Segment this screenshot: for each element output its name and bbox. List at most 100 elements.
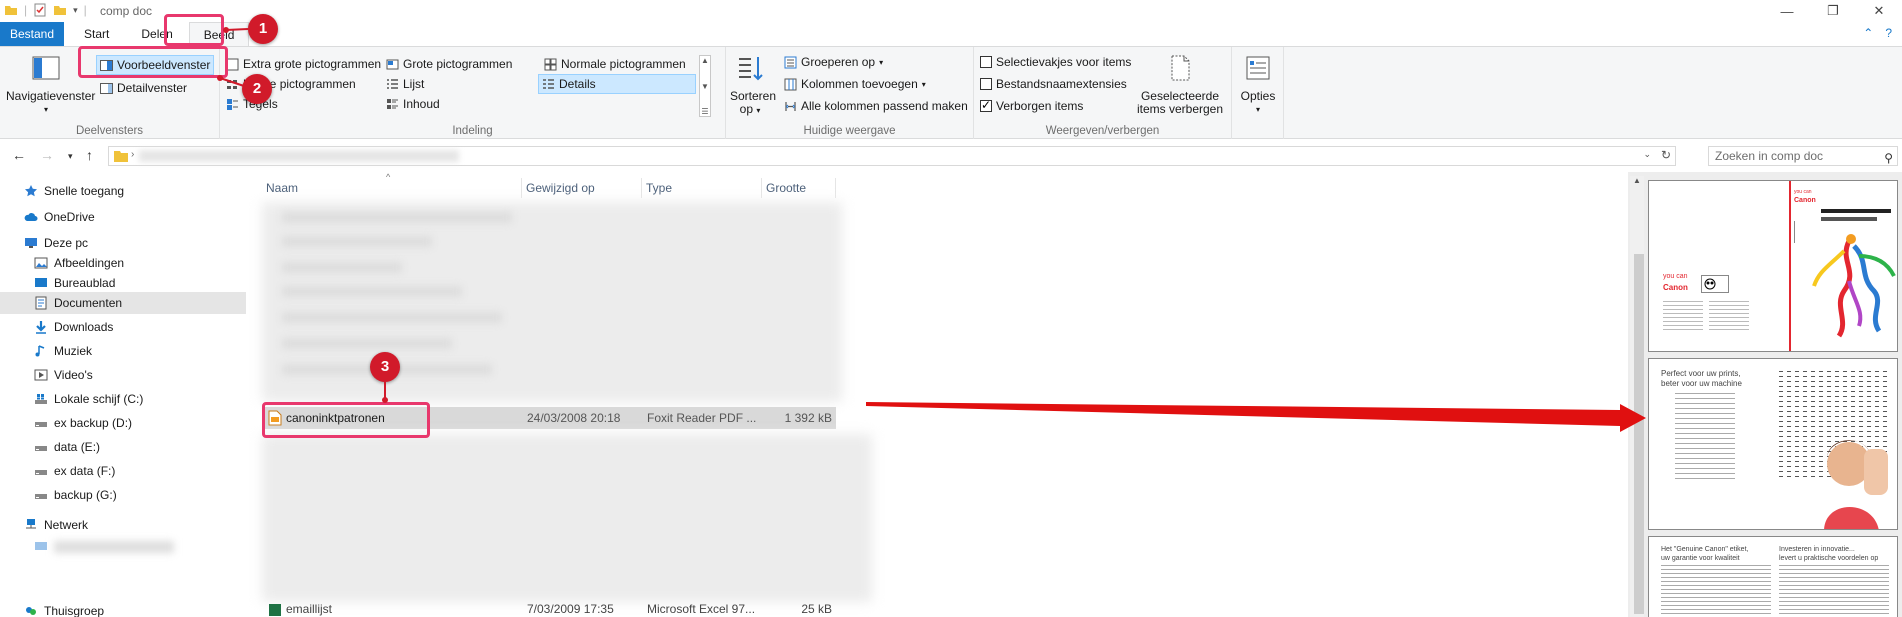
column-header-type[interactable]: Type xyxy=(642,178,762,198)
gallery-up-icon[interactable]: ▲ xyxy=(701,56,709,65)
breadcrumb-chevron-icon[interactable]: › xyxy=(131,149,134,160)
tab-bestand[interactable]: Bestand xyxy=(0,22,65,46)
nav-label: Afbeeldingen xyxy=(54,256,125,270)
options-button[interactable]: Opties ▾ xyxy=(1234,53,1282,116)
group-options: Opties ▾ xyxy=(1232,47,1284,139)
view-extra-large-icons[interactable]: Extra grote pictogrammen xyxy=(226,55,381,73)
nav-pictures[interactable]: Afbeeldingen xyxy=(34,252,124,274)
page1-tagline: you can xyxy=(1663,273,1688,280)
back-icon[interactable]: ← xyxy=(12,147,26,163)
hidden-items-checkbox[interactable] xyxy=(980,98,992,112)
nav-label: Downloads xyxy=(54,320,114,334)
nav-music[interactable]: Muziek xyxy=(34,340,92,362)
star-icon xyxy=(25,185,37,197)
nav-drive-g[interactable]: backup (G:) xyxy=(34,484,117,506)
view-large-icons[interactable]: Grote pictogrammen xyxy=(386,55,512,73)
nav-onedrive[interactable]: OneDrive xyxy=(24,206,95,228)
nav-videos[interactable]: Video's xyxy=(34,364,93,386)
recent-locations-chevron-icon[interactable]: ▾ xyxy=(68,151,73,162)
panda-icon xyxy=(1704,278,1716,290)
nav-desktop[interactable]: Bureaublad xyxy=(34,272,115,294)
item-checkboxes-toggle[interactable]: Selectievakjes voor items xyxy=(980,53,1131,71)
size-all-columns-button[interactable]: Alle kolommen passend maken xyxy=(784,97,968,115)
options-label: Opties xyxy=(1240,89,1276,103)
page3-left-heading: Het "Genuine Canon" etiket, uw garantie … xyxy=(1661,545,1748,563)
layout-gallery-scroller[interactable]: ▲ ▼ ☰ xyxy=(699,55,711,117)
up-icon[interactable]: ↑ xyxy=(86,147,93,163)
address-dropdown-icon[interactable]: ⌄ xyxy=(1643,149,1651,160)
gallery-more-icon[interactable]: ☰ xyxy=(701,107,708,116)
nav-drive-d[interactable]: ex backup (D:) xyxy=(34,412,132,434)
file-name: emaillijst xyxy=(286,602,333,616)
forward-icon[interactable]: → xyxy=(40,147,54,163)
nav-this-pc[interactable]: Deze pc xyxy=(24,232,88,254)
new-folder-icon[interactable] xyxy=(53,3,67,17)
details-pane-button[interactable]: Detailvenster xyxy=(100,79,187,97)
hide-selected-items-button[interactable]: Geselecteerde items verbergen xyxy=(1132,53,1228,116)
group-show-hide: Selectievakjes voor items Bestandsnaamex… xyxy=(974,47,1232,139)
view-large-icons-label: Grote pictogrammen xyxy=(403,57,513,71)
item-checkboxes-checkbox[interactable] xyxy=(980,56,992,68)
nav-drive-f[interactable]: ex data (F:) xyxy=(34,460,115,482)
file-extensions-label: Bestandsnaamextensies xyxy=(996,77,1127,91)
add-columns-button[interactable]: Kolommen toevoegen ▾ xyxy=(784,75,926,93)
tab-start[interactable]: Start xyxy=(64,22,125,46)
search-input[interactable]: Zoeken in comp doc ⚲ xyxy=(1708,146,1898,166)
nav-quick-access[interactable]: Snelle toegang xyxy=(24,180,124,202)
view-content-label: Inhoud xyxy=(403,97,440,111)
drive-icon xyxy=(35,470,47,475)
nav-network[interactable]: Netwerk xyxy=(24,514,88,536)
nav-label: Muziek xyxy=(54,344,93,358)
preview-scrollbar[interactable]: ▲ xyxy=(1630,176,1644,617)
separator: | xyxy=(83,3,87,17)
nav-label: ex backup (D:) xyxy=(54,416,133,430)
maximize-button[interactable]: ❐ xyxy=(1810,0,1856,22)
quick-access-toolbar: | ▾ | xyxy=(4,3,87,17)
redacted-text xyxy=(54,541,174,553)
view-details[interactable]: Details xyxy=(538,74,696,94)
nav-homegroup[interactable]: Thuisgroep xyxy=(24,600,104,617)
sort-by-button[interactable]: Sorteren op ▾ xyxy=(730,53,776,117)
chevron-down-icon: ▾ xyxy=(43,105,48,114)
scroll-up-icon[interactable]: ▲ xyxy=(1633,176,1641,185)
column-header-size[interactable]: Grootte xyxy=(762,178,836,198)
group-by-label: Groeperen op xyxy=(801,55,876,69)
refresh-icon[interactable]: ↻ xyxy=(1661,148,1671,162)
gallery-down-icon[interactable]: ▼ xyxy=(701,82,709,91)
help-icon[interactable]: ? xyxy=(1885,26,1892,40)
column-header-modified[interactable]: Gewijzigd op xyxy=(522,178,642,198)
file-extensions-toggle[interactable]: Bestandsnaamextensies xyxy=(980,75,1127,93)
nav-drive-e[interactable]: data (E:) xyxy=(34,436,100,458)
hidden-items-toggle[interactable]: Verborgen items xyxy=(980,97,1083,115)
nav-documents[interactable]: Documenten xyxy=(0,292,246,314)
properties-icon[interactable] xyxy=(33,3,47,17)
address-bar[interactable]: › ⌄ ↻ xyxy=(108,146,1676,166)
group-by-button[interactable]: Groeperen op ▾ xyxy=(784,53,883,71)
view-content[interactable]: Inhoud xyxy=(386,95,440,113)
computer-icon xyxy=(35,542,47,550)
nav-network-computer-redacted[interactable] xyxy=(34,536,174,558)
documents-icon xyxy=(35,296,47,310)
redacted-row xyxy=(282,236,432,247)
page3-left-heading-line2: uw garantie voor kwaliteit xyxy=(1661,555,1740,562)
view-normal-icons[interactable]: Normale pictogrammen xyxy=(544,55,686,73)
close-button[interactable]: ✕ xyxy=(1856,0,1902,22)
file-list: ^ Naam Gewijzigd op Type Grootte canonin… xyxy=(262,172,1362,617)
file-extensions-checkbox[interactable] xyxy=(980,78,992,90)
view-list[interactable]: Lijst xyxy=(386,75,424,93)
table-row[interactable]: emaillijst 7/03/2009 17:35 Microsoft Exc… xyxy=(262,602,836,617)
navigation-pane-button[interactable]: Navigatievenster ▾ xyxy=(6,53,95,116)
search-icon[interactable]: ⚲ xyxy=(1884,149,1893,167)
item-checkboxes-label: Selectievakjes voor items xyxy=(996,55,1132,69)
collapse-ribbon-icon[interactable]: ⌃ xyxy=(1863,26,1873,40)
ribbon-tabs: Bestand Start Delen Beeld ⌃ ? xyxy=(0,22,1902,46)
nav-downloads[interactable]: Downloads xyxy=(34,316,113,338)
nav-drive-c[interactable]: Lokale schijf (C:) xyxy=(34,388,143,410)
minimize-button[interactable]: — xyxy=(1764,0,1810,22)
customize-chevron-icon[interactable]: ▾ xyxy=(73,5,78,16)
column-header-name[interactable]: Naam xyxy=(262,178,522,198)
page1-text-block xyxy=(1821,217,1877,221)
group-label-current-view: Huidige weergave xyxy=(803,125,896,137)
preview-scrollbar-thumb[interactable] xyxy=(1634,254,1644,614)
view-extra-large-icons-label: Extra grote pictogrammen xyxy=(243,57,382,71)
